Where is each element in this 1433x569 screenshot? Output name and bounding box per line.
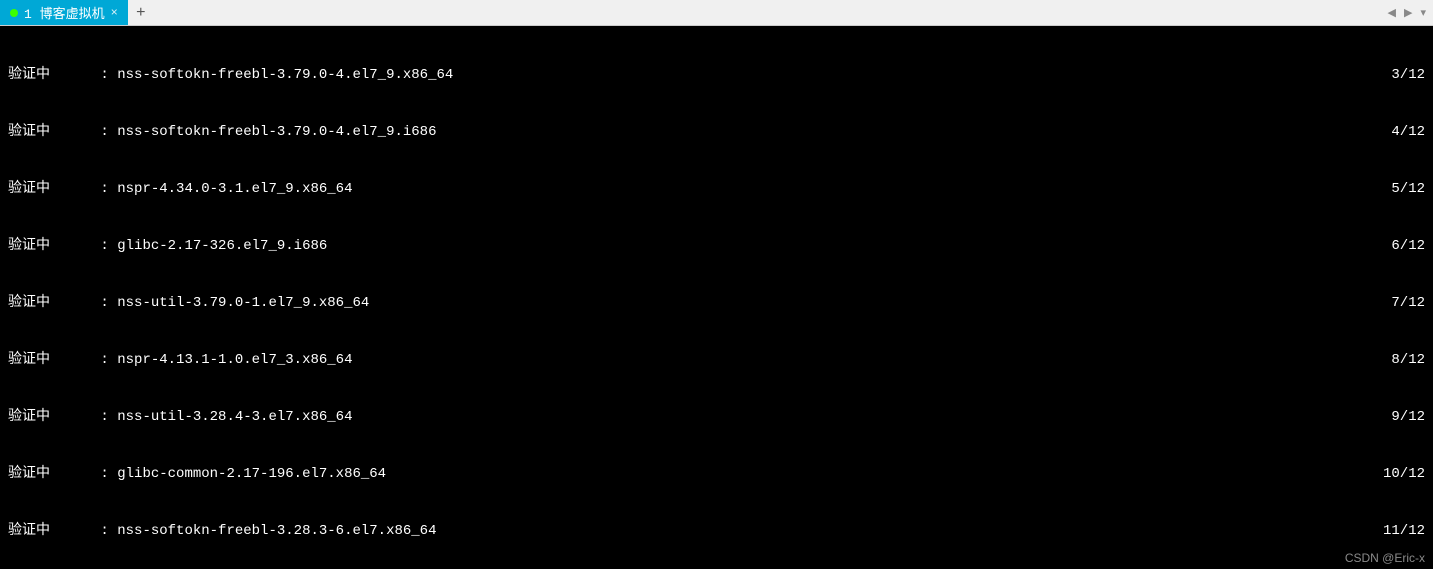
- verify-row: 验证中 : nss-util-3.28.4-3.el7.x86_649/12: [8, 408, 1425, 427]
- package-name: nss-softokn-freebl-3.28.3-6.el7.x86_64: [117, 523, 436, 539]
- close-icon[interactable]: ×: [111, 6, 118, 20]
- verify-row: 验证中 : nss-softokn-freebl-3.79.0-4.el7_9.…: [8, 123, 1425, 142]
- progress-count: 6/12: [1391, 237, 1425, 256]
- verify-label: 验证中: [8, 67, 50, 83]
- package-name: nspr-4.34.0-3.1.el7_9.x86_64: [117, 181, 352, 197]
- package-name: nss-util-3.79.0-1.el7_9.x86_64: [117, 295, 369, 311]
- progress-count: 10/12: [1383, 465, 1425, 484]
- progress-count: 4/12: [1391, 123, 1425, 142]
- verify-row: 验证中 : nss-softokn-freebl-3.79.0-4.el7_9.…: [8, 66, 1425, 85]
- verify-row: 验证中 : glibc-2.17-326.el7_9.i6866/12: [8, 237, 1425, 256]
- package-name: glibc-common-2.17-196.el7.x86_64: [117, 466, 386, 482]
- tab-session-1[interactable]: 1 博客虚拟机 ×: [0, 0, 128, 25]
- verify-row: 验证中 : nss-util-3.79.0-1.el7_9.x86_647/12: [8, 294, 1425, 313]
- progress-count: 9/12: [1391, 408, 1425, 427]
- verify-row: 验证中 : glibc-common-2.17-196.el7.x86_6410…: [8, 465, 1425, 484]
- package-name: nss-util-3.28.4-3.el7.x86_64: [117, 409, 352, 425]
- tab-bar: 1 博客虚拟机 × + ◀ ▶ ▾: [0, 0, 1433, 26]
- package-name: glibc-2.17-326.el7_9.i686: [117, 238, 327, 254]
- add-tab-button[interactable]: +: [128, 0, 154, 25]
- status-dot-icon: [10, 9, 18, 17]
- progress-count: 8/12: [1391, 351, 1425, 370]
- tab-nav: ◀ ▶ ▾: [1385, 0, 1429, 25]
- package-name: nss-softokn-freebl-3.79.0-4.el7_9.x86_64: [117, 67, 453, 83]
- terminal-output[interactable]: 验证中 : nss-softokn-freebl-3.79.0-4.el7_9.…: [0, 26, 1433, 569]
- package-name: nss-softokn-freebl-3.79.0-4.el7_9.i686: [117, 124, 436, 140]
- tab-label: 1 博客虚拟机: [24, 3, 105, 22]
- verify-row: 验证中 : nss-softokn-freebl-3.28.3-6.el7.x8…: [8, 522, 1425, 541]
- watermark-text: CSDN @Eric-x: [1345, 551, 1425, 565]
- package-name: nspr-4.13.1-1.0.el7_3.x86_64: [117, 352, 352, 368]
- nav-next-icon[interactable]: ▶: [1401, 6, 1415, 20]
- nav-menu-icon[interactable]: ▾: [1417, 6, 1429, 20]
- progress-count: 7/12: [1391, 294, 1425, 313]
- progress-count: 11/12: [1383, 522, 1425, 541]
- verify-row: 验证中 : nspr-4.34.0-3.1.el7_9.x86_645/12: [8, 180, 1425, 199]
- nav-prev-icon[interactable]: ◀: [1385, 6, 1399, 20]
- verify-row: 验证中 : nspr-4.13.1-1.0.el7_3.x86_648/12: [8, 351, 1425, 370]
- progress-count: 5/12: [1391, 180, 1425, 199]
- progress-count: 3/12: [1391, 66, 1425, 85]
